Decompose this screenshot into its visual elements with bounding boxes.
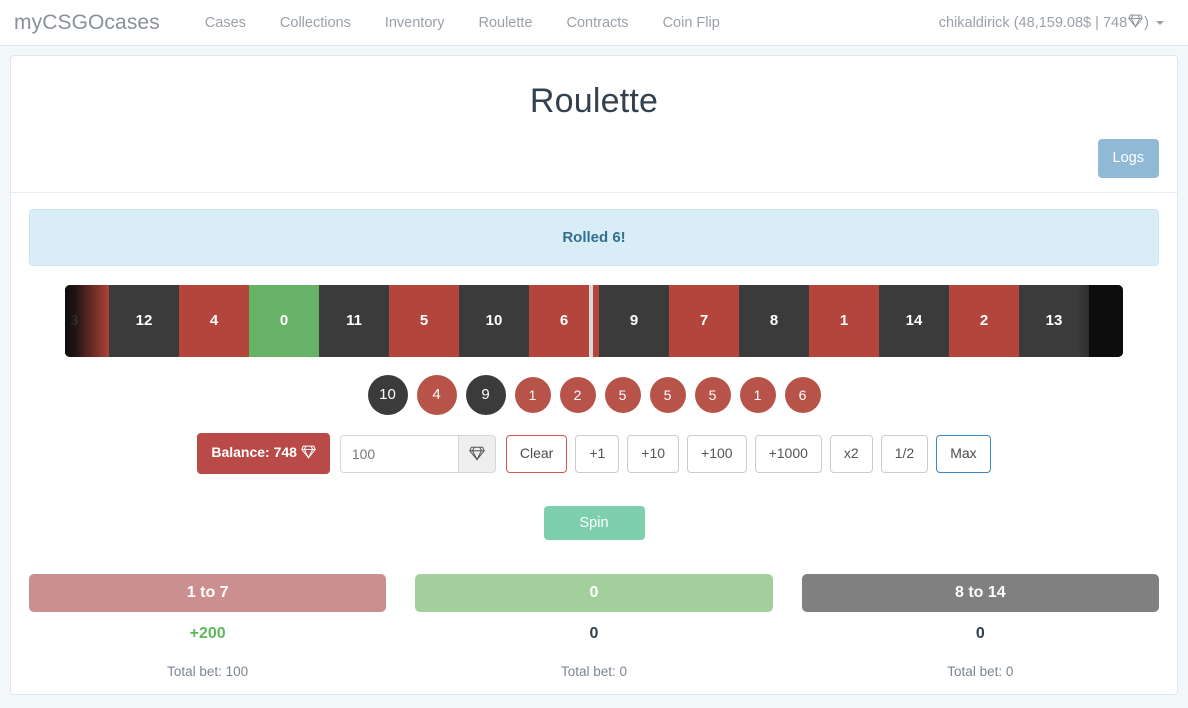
history-item: 5: [694, 376, 731, 413]
history-item: 1: [514, 376, 551, 413]
bet-area-winnings: 0: [589, 625, 599, 643]
bet-area-high-button[interactable]: 8 to 14: [801, 574, 1159, 613]
logs-button[interactable]: Logs: [1097, 139, 1159, 178]
history-item: 5: [604, 376, 641, 413]
page-title: Roulette: [529, 82, 659, 120]
balance-label: Balance: 748: [211, 443, 297, 460]
user-balance-usd: 48,159.08$: [1018, 15, 1092, 31]
roulette-cell: 1: [809, 284, 879, 357]
bet-area-low-button[interactable]: 1 to 7: [29, 574, 387, 613]
roulette-cell: 3: [65, 284, 109, 357]
user-gems: 748: [1102, 15, 1128, 31]
nav-item-collections[interactable]: Collections: [263, 15, 368, 31]
bet-area: 8 to 14 0 Total bet: 0: [801, 574, 1159, 680]
caret-down-icon: [1156, 21, 1164, 25]
roulette-panel: Roulette Logs Rolled 6! 3 12 4 0 11 5 10 6 9 7 8 1 1…: [10, 55, 1178, 695]
roll-result-alert: Rolled 6!: [29, 208, 1159, 266]
bet-amount-buttons: Clear +1 +10 +100 +1000 x2 1/2 Max: [505, 434, 991, 473]
nav-links: Cases Collections Inventory Roulette Con…: [188, 15, 737, 31]
paren-close-char: ): [1144, 15, 1149, 31]
brand-logo[interactable]: myCSGOcases: [14, 11, 160, 35]
bet-1-2-button[interactable]: 1/2: [880, 434, 929, 473]
roll-history: 10 4 9 1 2 5 5 5 1 6: [29, 374, 1159, 415]
roulette-cell: 14: [879, 284, 949, 357]
roulette-cell: 11: [319, 284, 389, 357]
bet-area-total: Total bet: 0: [560, 664, 628, 680]
gem-icon: [457, 434, 496, 473]
bet--10-button[interactable]: +10: [627, 434, 680, 473]
history-item: 10: [367, 374, 408, 415]
history-item: 5: [649, 376, 686, 413]
roulette-cell: 10: [459, 284, 529, 357]
gem-icon: [1128, 14, 1143, 32]
roulette-cell: 5: [389, 284, 459, 357]
roulette-strip: 3 12 4 0 11 5 10 6 9 7 8 1 14 2 13: [65, 284, 1123, 357]
bet-area-total: Total bet: 0: [947, 664, 1014, 680]
spin-row: Spin: [29, 506, 1159, 541]
bet-controls: Balance: 748 100 Clear +1 +10 +100 +1000…: [29, 432, 1159, 475]
bet-area-zero-button[interactable]: 0: [415, 574, 773, 613]
history-item: 4: [416, 374, 457, 415]
history-item: 2: [559, 376, 596, 413]
nav-item-cases[interactable]: Cases: [188, 15, 263, 31]
user-menu[interactable]: chikaldirick ( 48,159.08$ | 748 ): [939, 0, 1164, 46]
nav-item-coin-flip[interactable]: Coin Flip: [646, 15, 737, 31]
roulette-cell: 12: [109, 284, 179, 357]
roulette-cell: 13: [1019, 284, 1089, 357]
roulette-marker: [589, 284, 593, 357]
roulette-cell: 2: [949, 284, 1019, 357]
bet-max-button[interactable]: Max: [936, 434, 991, 473]
history-item: 1: [739, 376, 776, 413]
bet-amount-group: [339, 434, 496, 473]
balance-button[interactable]: Balance: 748: [197, 432, 330, 475]
roulette-cell: 7: [669, 284, 739, 357]
bet-area: 0 0 Total bet: 0: [415, 574, 773, 680]
user-name: chikaldirick: [938, 15, 1010, 31]
nav-item-roulette[interactable]: Roulette: [461, 15, 549, 31]
bet-amount-input[interactable]: [339, 434, 458, 473]
spin-button[interactable]: Spin: [543, 506, 645, 541]
bet-clear-button[interactable]: Clear: [505, 434, 568, 473]
logs-row: Logs: [29, 139, 1159, 178]
bet-areas: 1 to 7 +200 Total bet: 100 0 0 Total bet: 08 …: [29, 574, 1159, 679]
roulette-cell: 8: [739, 284, 809, 357]
roulette-strip-track[interactable]: 3 12 4 0 11 5 10 6 9 7 8 1 14 2 13: [65, 284, 1097, 357]
history-item: 6: [784, 376, 821, 413]
roulette-cell: 0: [249, 284, 319, 357]
history-item: 9: [465, 374, 506, 415]
top-navbar: myCSGOcases Cases Collections Inventory …: [0, 0, 1188, 46]
bet-x2-button[interactable]: x2: [829, 434, 873, 473]
bet--1-button[interactable]: +1: [575, 434, 620, 473]
gem-icon: [301, 445, 316, 465]
roulette-cell: 9: [599, 284, 669, 357]
bet--100-button[interactable]: +100: [687, 434, 747, 473]
nav-item-contracts[interactable]: Contracts: [550, 15, 646, 31]
roulette-cell: 4: [179, 284, 249, 357]
bet-area-winnings: 0: [975, 625, 985, 643]
panel-header: Roulette Logs: [11, 56, 1177, 193]
bet-area: 1 to 7 +200 Total bet: 100: [29, 574, 387, 680]
bet-area-winnings: +200: [189, 625, 226, 643]
bet-area-total: Total bet: 100: [167, 664, 249, 680]
panel-body: Rolled 6! 3 12 4 0 11 5 10 6 9 7 8 1 14 2 13 10 4 9 1 2 5 5 5…: [11, 193, 1177, 679]
bet--1000-button[interactable]: +1000: [754, 434, 822, 473]
nav-item-inventory[interactable]: Inventory: [368, 15, 462, 31]
